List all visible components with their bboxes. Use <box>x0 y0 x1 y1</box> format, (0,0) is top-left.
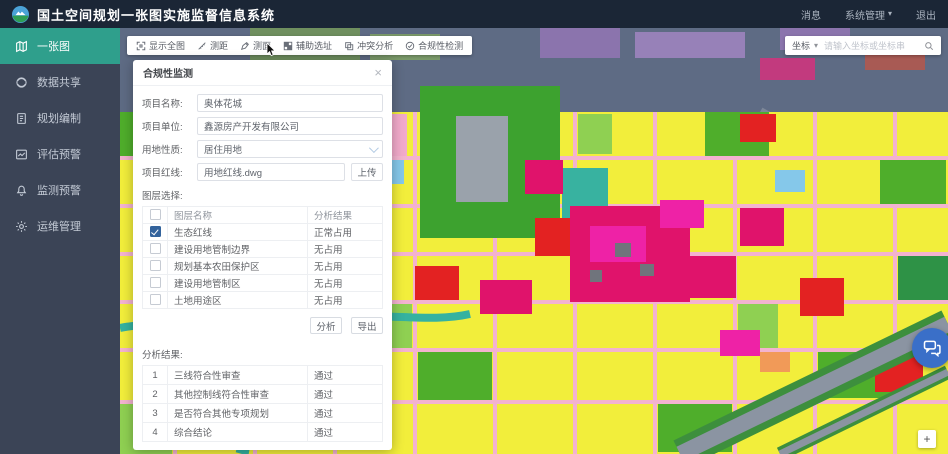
sidebar-item-ops-manage[interactable]: 运维管理 <box>0 208 120 244</box>
header-nav: 消息 系统管理 ▾ 退出 <box>801 7 936 22</box>
project-unit-row: 项目单位: 鑫源房产开发有限公司 <box>142 117 383 135</box>
select-all-checkbox[interactable] <box>150 209 161 220</box>
dialog-title: 合规性监测 <box>143 65 193 80</box>
site-selection-icon <box>283 41 293 51</box>
zoom-in-button[interactable]: + <box>918 430 936 448</box>
sidebar: 一张图 数据共享 规划编制 评估预警 监测预警 运维管理 <box>0 28 120 454</box>
full-extent-icon <box>136 41 146 51</box>
ops-manage-icon <box>15 220 28 233</box>
table-row: 建设用地管制区 无占用 <box>143 275 383 292</box>
project-name-input[interactable]: 奥体花城 <box>197 94 383 112</box>
table-row: 土地用途区 无占用 <box>143 292 383 309</box>
table-row: 4 综合结论 通过 <box>143 423 383 442</box>
compliance-check-icon <box>405 41 415 51</box>
data-share-icon <box>15 76 28 89</box>
dialog-header: 合规性监测 × <box>133 60 392 86</box>
site-selection-button[interactable]: 辅助选址 <box>283 39 332 52</box>
app-logo-icon <box>12 6 29 23</box>
search-input[interactable] <box>822 40 920 52</box>
map-toolbar: 显示全图 测距 测面 辅助选址 冲突分析 合规性检测 <box>127 36 472 55</box>
layer-select-label: 图层选择: <box>142 188 383 202</box>
dialog-actions: 分析 导出 <box>142 317 383 334</box>
messages-link[interactable]: 消息 <box>801 7 821 22</box>
search-icon[interactable] <box>924 41 934 51</box>
analysis-result-label: 分析结果: <box>142 347 383 361</box>
search-mode-select[interactable]: 坐标 <box>792 39 810 52</box>
chevron-down-icon[interactable]: ▾ <box>814 42 818 50</box>
sidebar-item-plan-compile[interactable]: 规划编制 <box>0 100 120 136</box>
analyze-button[interactable]: 分析 <box>310 317 342 334</box>
layer-checkbox[interactable] <box>150 277 161 288</box>
table-row: 3 是否符合其他专项规划 通过 <box>143 404 383 423</box>
project-redline-row: 项目红线: 用地红线.dwg 上传 <box>142 163 383 181</box>
land-nature-select[interactable]: 居住用地 <box>197 140 383 158</box>
conflict-analysis-icon <box>344 41 354 51</box>
land-nature-row: 用地性质: 居住用地 <box>142 140 383 158</box>
table-row: 建设用地管制边界 无占用 <box>143 241 383 258</box>
close-icon[interactable]: × <box>374 66 382 79</box>
project-unit-label: 项目单位: <box>142 119 197 133</box>
feedback-chat-button[interactable] <box>912 328 948 368</box>
layer-name-header: 图层名称 <box>168 207 308 224</box>
conflict-analysis-button[interactable]: 冲突分析 <box>344 39 393 52</box>
layer-checkbox[interactable] <box>150 226 161 237</box>
sidebar-item-data-share[interactable]: 数据共享 <box>0 64 120 100</box>
table-row: 规划基本农田保护区 无占用 <box>143 258 383 275</box>
plan-compile-icon <box>15 112 28 125</box>
layer-table-header-row: 图层名称 分析结果 <box>143 207 383 224</box>
sidebar-item-evaluate-warning[interactable]: 评估预警 <box>0 136 120 172</box>
project-redline-label: 项目红线: <box>142 165 197 179</box>
evaluate-warning-icon <box>15 148 28 161</box>
measure-area-icon <box>240 41 250 51</box>
page-title: 国土空间规划一张图实施监督信息系统 <box>37 5 275 24</box>
dialog-body: 项目名称: 奥体花城 项目单位: 鑫源房产开发有限公司 用地性质: 居住用地 项… <box>133 86 392 450</box>
layer-table: 图层名称 分析结果 生态红线 正常占用 建设用地管制边界 无占用 规划基本农田保… <box>142 206 383 309</box>
upload-button[interactable]: 上传 <box>351 163 383 181</box>
analysis-result-table: 1 三线符合性审查 通过 2 其他控制线符合性审查 通过 3 是否符合其他专项规… <box>142 365 383 442</box>
chevron-down-icon: ▾ <box>888 10 892 18</box>
project-redline-input[interactable]: 用地红线.dwg <box>197 163 345 181</box>
one-map-icon <box>15 40 28 53</box>
chevron-down-icon <box>369 143 379 153</box>
land-nature-label: 用地性质: <box>142 142 197 156</box>
chat-bubbles-icon <box>922 338 942 358</box>
measure-distance-button[interactable]: 测距 <box>197 39 228 52</box>
table-row: 2 其他控制线符合性审查 通过 <box>143 385 383 404</box>
monitor-warning-icon <box>15 184 28 197</box>
analysis-result-header: 分析结果 <box>308 207 383 224</box>
compliance-dialog: 合规性监测 × 项目名称: 奥体花城 项目单位: 鑫源房产开发有限公司 用地性质… <box>133 60 392 450</box>
logout-link[interactable]: 退出 <box>916 7 936 22</box>
project-unit-input[interactable]: 鑫源房产开发有限公司 <box>197 117 383 135</box>
table-row: 1 三线符合性审查 通过 <box>143 366 383 385</box>
app-header: 国土空间规划一张图实施监督信息系统 消息 系统管理 ▾ 退出 <box>0 0 948 28</box>
sidebar-item-monitor-warning[interactable]: 监测预警 <box>0 172 120 208</box>
plus-icon: + <box>923 432 930 446</box>
layer-checkbox[interactable] <box>150 243 161 254</box>
coordinate-search-box: 坐标 ▾ <box>785 36 941 55</box>
layer-checkbox[interactable] <box>150 260 161 271</box>
system-manage-link[interactable]: 系统管理 ▾ <box>845 7 892 22</box>
sidebar-item-one-map[interactable]: 一张图 <box>0 28 120 64</box>
project-name-row: 项目名称: 奥体花城 <box>142 94 383 112</box>
layer-checkbox[interactable] <box>150 294 161 305</box>
export-button[interactable]: 导出 <box>351 317 383 334</box>
project-name-label: 项目名称: <box>142 96 197 110</box>
measure-distance-icon <box>197 41 207 51</box>
compliance-check-button[interactable]: 合规性检测 <box>405 39 463 52</box>
full-extent-button[interactable]: 显示全图 <box>136 39 185 52</box>
table-row: 生态红线 正常占用 <box>143 224 383 241</box>
measure-area-button[interactable]: 测面 <box>240 39 271 52</box>
